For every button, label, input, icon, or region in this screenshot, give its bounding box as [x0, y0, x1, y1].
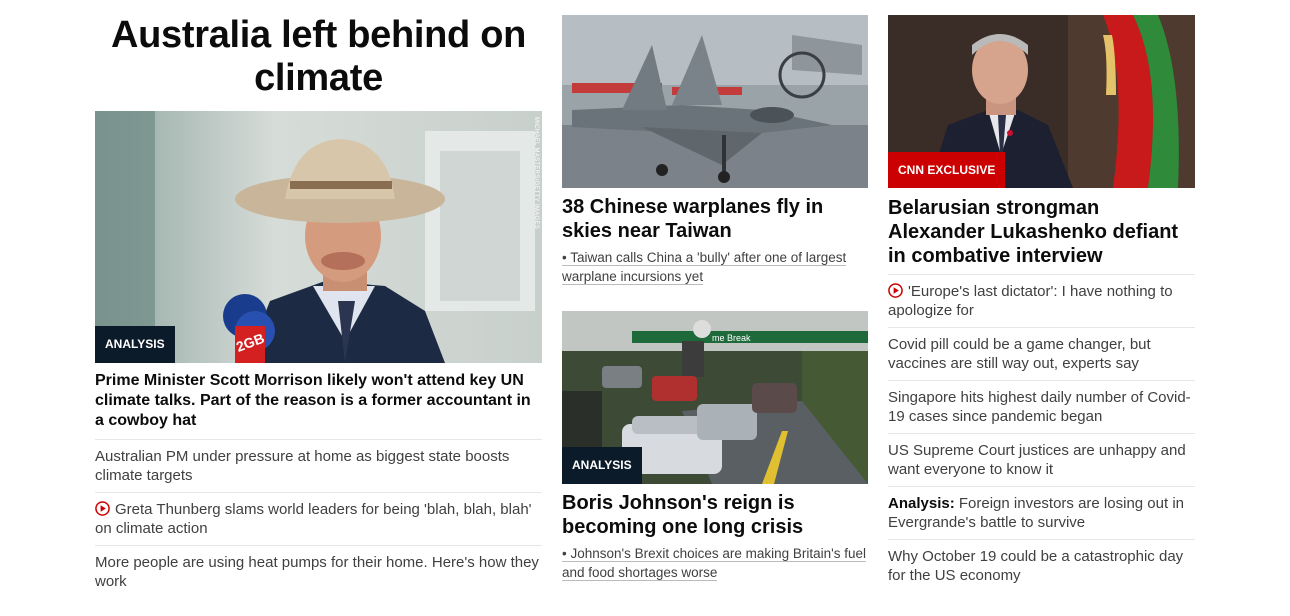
related-link[interactable]: Australian PM under pressure at home as …	[95, 448, 509, 484]
section-title: Australia left behind on climate	[95, 14, 542, 111]
station-sign: me Break	[712, 333, 751, 343]
lukashenko-headline-link[interactable]: Belarusian strongman Alexander Lukashenk…	[888, 197, 1178, 267]
related-link[interactable]: US Supreme Court justices are unhappy an…	[888, 442, 1186, 478]
warplanes-image[interactable]	[562, 15, 868, 188]
cnn-exclusive-badge: CNN EXCLUSIVE	[888, 152, 1006, 188]
warplanes-headline-link[interactable]: 38 Chinese warplanes fly in skies near T…	[562, 196, 823, 242]
related-links-left: Australian PM under pressure at home as …	[95, 439, 542, 598]
analysis-badge: ANALYSIS	[95, 326, 175, 363]
johnson-subhead: • Johnson's Brexit choices are making Br…	[562, 544, 868, 582]
johnson-sub-link[interactable]: • Johnson's Brexit choices are making Br…	[562, 546, 867, 581]
list-item: Singapore hits highest daily number of C…	[888, 380, 1195, 433]
lukashenko-headline: Belarusian strongman Alexander Lukashenk…	[888, 196, 1195, 268]
warplanes-sub-link[interactable]: • Taiwan calls China a 'bully' after one…	[562, 250, 847, 285]
list-item: Covid pill could be a game changer, but …	[888, 327, 1195, 380]
related-link[interactable]: Singapore hits highest daily number of C…	[888, 389, 1191, 425]
play-circle-icon	[888, 283, 903, 298]
related-links-right: 'Europe's last dictator': I have nothing…	[888, 274, 1195, 592]
section-title-link[interactable]: Australia left behind on climate	[111, 14, 526, 99]
list-item: 'Europe's last dictator': I have nothing…	[888, 274, 1195, 327]
main-headline: Prime Minister Scott Morrison likely won…	[95, 371, 542, 431]
fuel-queue-image[interactable]: me Break ANALYSIS	[562, 311, 868, 484]
warplanes-headline: 38 Chinese warplanes fly in skies near T…	[562, 195, 868, 243]
left-column: Australia left behind on climate 2GB MIC…	[95, 0, 542, 598]
analysis-badge: ANALYSIS	[562, 447, 642, 484]
hero-image[interactable]: 2GB MICHAEL MASTERS/GETTY IMAGES ANALYSI…	[95, 111, 542, 363]
lukashenko-image[interactable]: CNN EXCLUSIVE	[888, 15, 1195, 188]
list-item: Why October 19 could be a catastrophic d…	[888, 539, 1195, 592]
johnson-headline-link[interactable]: Boris Johnson's reign is becoming one lo…	[562, 492, 803, 538]
related-link[interactable]: More people are using heat pumps for the…	[95, 554, 539, 590]
related-link[interactable]: Covid pill could be a game changer, but …	[888, 336, 1151, 372]
play-circle-icon	[95, 501, 110, 516]
related-link[interactable]: Why October 19 could be a catastrophic d…	[888, 548, 1183, 584]
list-item: US Supreme Court justices are unhappy an…	[888, 433, 1195, 486]
warplanes-subhead: • Taiwan calls China a 'bully' after one…	[562, 248, 868, 286]
main-headline-link[interactable]: Prime Minister Scott Morrison likely won…	[95, 372, 531, 429]
johnson-headline: Boris Johnson's reign is becoming one lo…	[562, 491, 868, 539]
photo-credit: MICHAEL MASTERS/GETTY IMAGES	[533, 117, 539, 230]
warplanes-photo	[562, 15, 868, 188]
related-link[interactable]: Greta Thunberg slams world leaders for b…	[95, 501, 532, 537]
analysis-prefix: Analysis:	[888, 495, 955, 512]
list-item: Greta Thunberg slams world leaders for b…	[95, 492, 542, 545]
list-item: More people are using heat pumps for the…	[95, 545, 542, 598]
middle-column: 38 Chinese warplanes fly in skies near T…	[562, 0, 868, 582]
right-column: CNN EXCLUSIVE Belarusian strongman Alexa…	[888, 0, 1195, 592]
list-item: Australian PM under pressure at home as …	[95, 439, 542, 492]
related-link[interactable]: 'Europe's last dictator': I have nothing…	[888, 283, 1173, 319]
list-item: Analysis: Foreign investors are losing o…	[888, 486, 1195, 539]
related-link[interactable]: Analysis: Foreign investors are losing o…	[888, 495, 1184, 531]
